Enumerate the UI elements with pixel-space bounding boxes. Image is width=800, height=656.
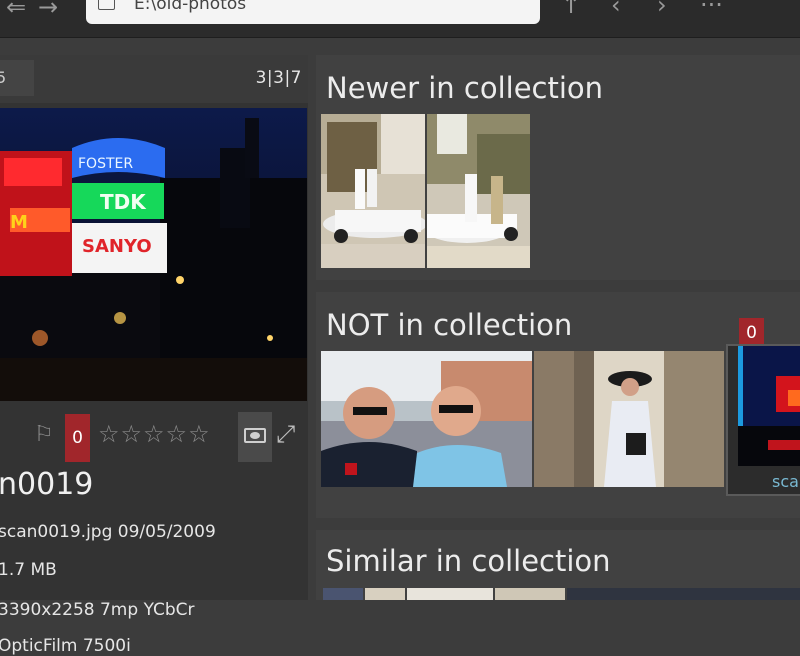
wedding-photo: [427, 114, 530, 268]
address-bar[interactable]: E:\old-photos: [86, 0, 540, 24]
thumbnail-similar-2[interactable]: [365, 588, 405, 600]
file-title: n0019: [0, 467, 94, 502]
photo-frame-button[interactable]: [238, 412, 272, 462]
rating-row: ⚐ 0 ☆☆☆☆☆ ⤢: [0, 412, 308, 462]
woman-in-hat-photo: [534, 351, 724, 487]
wedding-photo: [321, 114, 425, 268]
next-icon[interactable]: ›: [657, 0, 667, 20]
star-rating[interactable]: ☆☆☆☆☆: [98, 420, 211, 448]
scanner-model: OpticFilm 7500i: [0, 636, 131, 656]
thumbnail-wedding-1[interactable]: [321, 114, 425, 268]
flag-icon[interactable]: ⚐: [34, 422, 54, 447]
main-photo-preview[interactable]: M FOSTER TDK SANYO: [0, 108, 307, 401]
thumbnail-similar-1[interactable]: [323, 588, 363, 600]
section-title-not-in: NOT in collection: [326, 308, 573, 342]
more-options-icon[interactable]: ···: [700, 0, 723, 20]
two-men-photo: [321, 351, 532, 487]
svg-text:TDK: TDK: [100, 190, 147, 214]
thumbnail-two-men[interactable]: [321, 351, 532, 487]
panel-tab[interactable]: 5: [0, 60, 34, 96]
forward-arrow-icon[interactable]: →: [38, 0, 58, 22]
address-path[interactable]: E:\old-photos: [134, 0, 246, 16]
top-toolbar: ⇐ → E:\old-photos ↑ ‹ › ···: [0, 0, 800, 38]
section-title-newer: Newer in collection: [326, 71, 604, 105]
up-arrow-icon[interactable]: ↑: [561, 0, 581, 20]
file-meta-line: scan0019.jpg 09/05/2009: [0, 522, 216, 542]
reject-count-badge[interactable]: 0: [65, 414, 90, 462]
svg-text:FOSTER: FOSTER: [78, 156, 133, 172]
section-title-similar: Similar in collection: [326, 544, 611, 578]
thumbnail-similar-4[interactable]: [495, 588, 565, 600]
photo-counter: 3|3|7: [255, 68, 302, 88]
thumbnail-similar-5[interactable]: [567, 588, 800, 600]
image-dimensions: 3390x2258 7mp YCbCr: [0, 600, 195, 620]
thumbnail-similar-3[interactable]: [407, 588, 493, 600]
folder-icon: [98, 0, 115, 10]
expand-icon[interactable]: ⤢: [276, 420, 295, 448]
svg-text:SANYO: SANYO: [82, 236, 152, 257]
thumbnail-wedding-2[interactable]: [427, 114, 530, 268]
info-panel: 5 3|3|7 M FOSTER TDK SANYO ⚐ 0 ☆☆☆☆☆ ⤢ n…: [0, 55, 308, 656]
info-panel-header: 5 3|3|7: [0, 55, 308, 103]
image-icon: [244, 428, 266, 443]
file-size: 1.7 MB: [0, 560, 57, 580]
selected-thumbnail-label: sca: [772, 472, 799, 491]
previous-icon[interactable]: ‹: [611, 0, 621, 20]
back-arrow-icon[interactable]: ⇐: [6, 0, 26, 22]
svg-text:M: M: [10, 212, 28, 233]
thumbnail-woman-hat[interactable]: [534, 351, 724, 487]
neon-signs-photo: M FOSTER TDK SANYO: [0, 108, 307, 401]
